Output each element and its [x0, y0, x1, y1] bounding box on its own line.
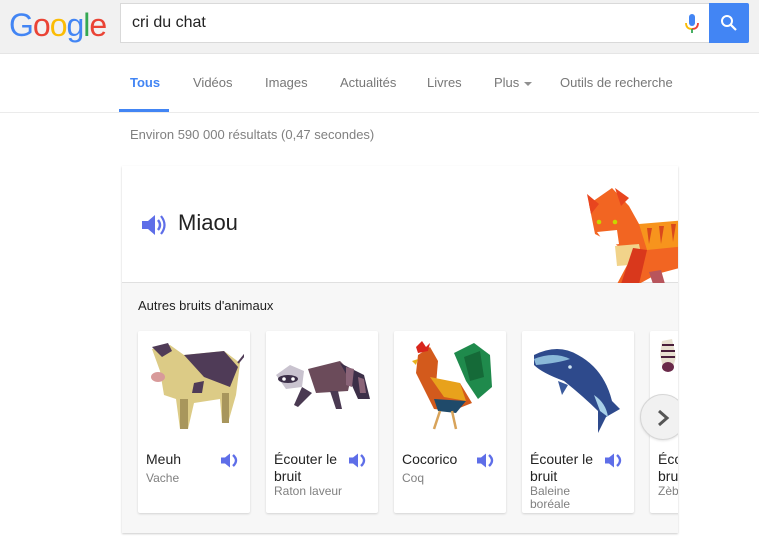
tab-tous[interactable]: Tous	[130, 75, 160, 90]
tab-outils-de-recherche[interactable]: Outils de recherche	[560, 75, 673, 90]
animal-name: Baleine boréale	[530, 484, 571, 511]
tab-images[interactable]: Images	[265, 75, 308, 90]
whale-image	[534, 349, 620, 433]
animal-sound-label: Écouter le bruit Zèbre	[658, 451, 678, 498]
animal-sound-label: Cocorico Coq	[402, 451, 482, 485]
result-stats: Environ 590 000 résultats (0,47 secondes…	[130, 127, 375, 142]
sound-text: Écouter le bruit	[274, 451, 338, 484]
search-input[interactable]	[132, 4, 672, 42]
tab-plus[interactable]: Plus	[494, 75, 533, 90]
animal-name: Vache	[146, 471, 180, 485]
next-button[interactable]	[640, 394, 678, 440]
animal-card-raccoon[interactable]: Écouter le bruit Raton laveur	[266, 331, 378, 513]
active-tab-indicator	[119, 109, 169, 112]
chevron-right-icon	[658, 409, 670, 427]
animal-card-whale[interactable]: Écouter le bruit Baleine boréale	[522, 331, 634, 513]
tab-plus-label: Plus	[494, 75, 520, 90]
logo-letter: e	[89, 7, 107, 43]
raccoon-image	[276, 361, 370, 409]
animal-name: Raton laveur	[274, 484, 343, 498]
animal-name: Coq	[402, 471, 425, 485]
animal-sound-label: Meuh Vache	[146, 451, 226, 485]
speaker-icon[interactable]	[140, 213, 168, 237]
top-bar: Google	[0, 0, 759, 54]
sound-title: Miaou	[178, 210, 238, 235]
rooster-image	[412, 341, 492, 430]
magnifier-icon	[721, 15, 737, 31]
tab-videos[interactable]: Vidéos	[193, 75, 233, 90]
sound-text: Écouter le bruit	[530, 451, 594, 484]
logo-letter: o	[49, 7, 68, 43]
speaker-icon[interactable]	[604, 452, 624, 469]
search-button[interactable]	[709, 3, 749, 43]
animal-sound-label: Écouter le bruit Raton laveur	[274, 451, 354, 498]
animal-sound-label: Écouter le bruit Baleine boréale	[530, 451, 610, 511]
caret-down-icon	[524, 81, 533, 86]
microphone-icon[interactable]	[684, 13, 700, 35]
tab-livres[interactable]: Livres	[427, 75, 462, 90]
tab-actualites[interactable]: Actualités	[340, 75, 396, 90]
search-box	[120, 3, 710, 43]
other-animals-section: Autres bruits d'animaux Meuh Vache Écout…	[122, 283, 678, 533]
cat-image	[587, 188, 678, 284]
logo-letter: o	[32, 7, 51, 43]
animal-card-rooster[interactable]: Cocorico Coq	[394, 331, 506, 513]
other-animals-label: Autres bruits d'animaux	[138, 298, 274, 313]
cow-image	[151, 343, 244, 429]
speaker-icon[interactable]	[348, 452, 368, 469]
google-logo[interactable]: Google	[9, 7, 107, 44]
logo-letter: g	[66, 7, 84, 43]
speaker-icon[interactable]	[476, 452, 496, 469]
animal-name: Zèbre	[658, 484, 678, 498]
search-tabs: Tous Vidéos Images Actualités Livres Plu…	[0, 54, 759, 113]
animal-sound-card: Miaou Autres bruits d'animaux Meuh Vache…	[122, 166, 678, 533]
sound-text: Écouter le bruit	[658, 451, 678, 484]
card-header: Miaou	[122, 166, 678, 284]
logo-letter: G	[9, 7, 34, 43]
speaker-icon[interactable]	[220, 452, 240, 469]
sound-text: Meuh	[146, 451, 182, 467]
animal-card-cow[interactable]: Meuh Vache	[138, 331, 250, 513]
sound-text: Cocorico	[402, 451, 458, 467]
